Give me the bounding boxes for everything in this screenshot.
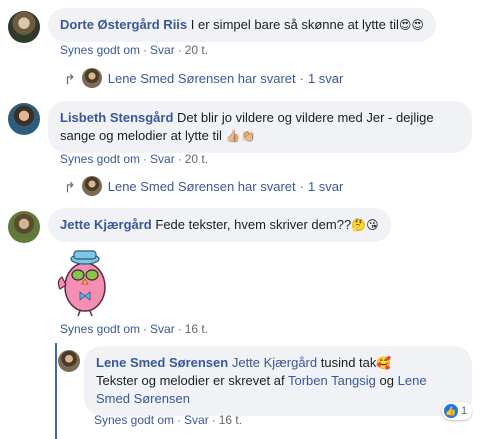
like-button[interactable]: Synes godt om — [94, 413, 174, 427]
bird-sticker — [57, 250, 106, 317]
replies-summary-text: Lene Smed Sørensen har svaret — [107, 70, 296, 86]
timestamp[interactable]: 20 t. — [185, 152, 208, 166]
comment-actions: Synes godt om · Svar · 20 t. — [60, 152, 208, 166]
reply-bubble: Lene Smed Sørensen Jette Kjærgård tusind… — [84, 346, 472, 416]
timestamp[interactable]: 16 t. — [185, 322, 208, 336]
comment-text-line2: sange og melodier at lytte til — [60, 128, 222, 143]
comment-actions: Synes godt om · Svar · 16 t. — [60, 322, 208, 336]
emoji: 😍😍 — [398, 18, 424, 32]
like-reaction-icon: 👍 — [444, 404, 458, 418]
separator-dot: · — [177, 43, 182, 57]
timestamp[interactable]: 16 t. — [219, 413, 242, 427]
avatar[interactable] — [8, 11, 40, 43]
reply-text: og — [379, 373, 394, 388]
separator-dot: · — [143, 322, 148, 336]
reply-button[interactable]: Svar — [150, 322, 175, 336]
thread-line — [55, 343, 57, 439]
reaction-badge[interactable]: 👍 1 — [442, 402, 473, 420]
mention-link[interactable]: Torben Tangsig — [288, 373, 376, 388]
comment-text-line1: Det blir jo vildere og vildere med Jer -… — [177, 110, 434, 125]
like-button[interactable]: Synes godt om — [60, 43, 140, 57]
replies-summary-text: Lene Smed Sørensen har svaret — [107, 178, 296, 194]
like-button[interactable]: Synes godt om — [60, 152, 140, 166]
separator-dot: · — [177, 152, 182, 166]
comment-text: Fede tekster, hvem skriver dem?? — [155, 217, 352, 232]
view-replies-link[interactable]: ↳ Lene Smed Sørensen har svaret · 1 svar — [64, 68, 343, 88]
comment-actions: Synes godt om · Svar · 20 t. — [60, 43, 208, 57]
reply-actions: Synes godt om · Svar · 16 t. — [94, 413, 242, 427]
mention-link[interactable]: Lene — [398, 373, 427, 388]
replies-count: 1 svar — [307, 178, 344, 194]
emoji: 🥰 — [376, 356, 392, 370]
timestamp[interactable]: 20 t. — [185, 43, 208, 57]
reply-button[interactable]: Svar — [184, 413, 209, 427]
comment-text: I er simpel bare så skønne at lytte til — [190, 17, 399, 32]
separator-dot: · — [299, 178, 304, 194]
avatar[interactable] — [8, 103, 40, 135]
separator-dot: · — [177, 322, 182, 336]
comment-author[interactable]: Jette Kjærgård — [60, 217, 152, 232]
reply-arrow-icon: ↳ — [64, 178, 76, 195]
mention-link[interactable]: Smed Sørensen — [96, 391, 190, 406]
separator-dot: · — [299, 70, 304, 86]
reply-button[interactable]: Svar — [150, 152, 175, 166]
view-replies-link[interactable]: ↳ Lene Smed Sørensen har svaret · 1 svar — [64, 176, 343, 196]
reply-button[interactable]: Svar — [150, 43, 175, 57]
avatar — [81, 68, 102, 88]
avatar[interactable] — [58, 350, 80, 372]
mention-link[interactable]: Jette Kjærgård — [232, 355, 317, 370]
separator-dot: · — [211, 413, 216, 427]
separator-dot: · — [143, 43, 148, 57]
reply-text: tusind tak — [320, 355, 377, 370]
separator-dot: · — [143, 152, 148, 166]
separator-dot: · — [177, 413, 182, 427]
emoji: 👍🏼👏🏼 — [225, 129, 256, 143]
comment-author[interactable]: Lisbeth Stensgård — [60, 110, 173, 125]
comment-author[interactable]: Dorte Østergård Riis — [60, 17, 187, 32]
comment-bubble: Jette Kjærgård Fede tekster, hvem skrive… — [48, 208, 391, 242]
avatar — [81, 176, 102, 196]
comment-bubble: Lisbeth Stensgård Det blir jo vildere og… — [48, 101, 472, 153]
comment-bubble: Dorte Østergård Riis I er simpel bare så… — [48, 8, 436, 42]
reply-author[interactable]: Lene Smed Sørensen — [96, 355, 228, 370]
avatar[interactable] — [8, 211, 40, 243]
like-button[interactable]: Synes godt om — [60, 322, 140, 336]
replies-count: 1 svar — [307, 70, 344, 86]
reply-arrow-icon: ↳ — [64, 70, 76, 87]
emoji: 🤔😘 — [351, 218, 379, 232]
reaction-count: 1 — [461, 405, 468, 417]
reply-text: Tekster og melodier er skrevet af — [96, 373, 285, 388]
